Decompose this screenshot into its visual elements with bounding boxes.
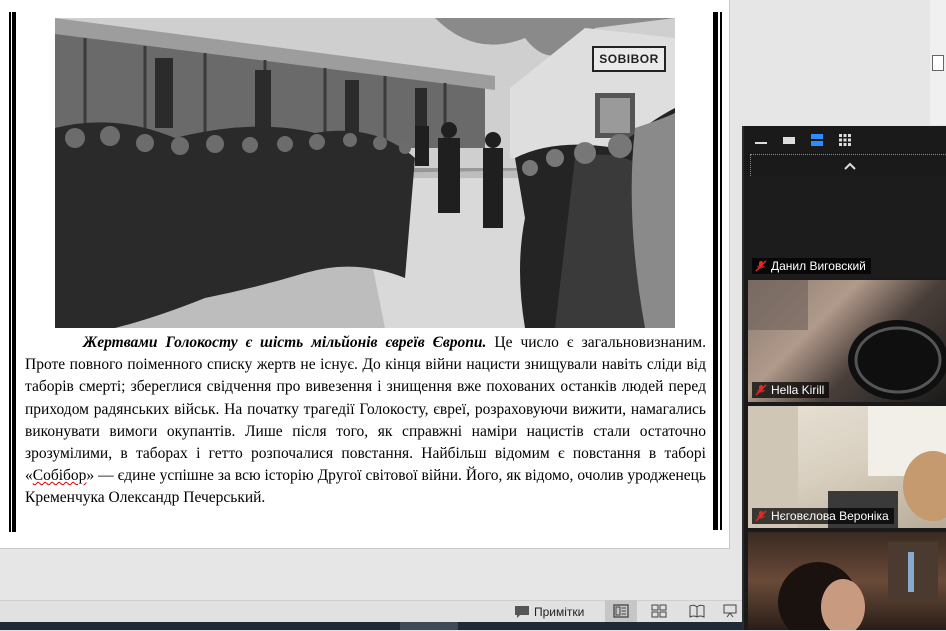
left-border-thick (12, 12, 16, 532)
participant-tile[interactable]: Нєговєлова Вероніка (748, 406, 946, 528)
participant-name: Hella Kirill (771, 383, 825, 397)
video-panel: Данил Виговский Hella Kirill Нєговєлова … (742, 126, 946, 630)
video-frame (778, 542, 938, 630)
slide[interactable]: SOBIBOR Жертвами Голокосту є шість мільй… (0, 0, 730, 549)
muted-mic-icon (755, 260, 767, 272)
historical-photo[interactable]: SOBIBOR (55, 18, 675, 328)
paragraph-bold-lead: Жертвами Голокосту є шість мільйонів євр… (83, 334, 487, 351)
participant-tile[interactable]: Hella Kirill (748, 280, 946, 402)
participant-name-tag: Данил Виговский (752, 258, 871, 274)
normal-view-button[interactable] (605, 600, 637, 622)
normal-view-icon (613, 604, 629, 618)
participant-name: Нєговєлова Вероніка (771, 509, 889, 523)
right-border-thick (713, 12, 718, 530)
muted-mic-icon (755, 510, 767, 522)
notes-button[interactable]: Примітки (514, 603, 584, 621)
spellcheck-word: Собібор (32, 467, 87, 485)
taskbar-strip (0, 622, 742, 630)
left-border-thin (9, 12, 11, 532)
participant-tile[interactable]: Данил Виговский (748, 176, 946, 278)
muted-mic-icon (755, 384, 767, 396)
reading-view-button[interactable] (681, 600, 713, 622)
sobibor-sign: SOBIBOR (592, 46, 666, 72)
chevron-up-icon (844, 162, 856, 170)
gallery-view-button[interactable] (834, 129, 856, 151)
slide-workspace: SOBIBOR Жертвами Голокосту є шість мільй… (0, 0, 742, 600)
notes-icon (515, 606, 529, 618)
minimize-icon (755, 142, 767, 144)
minimize-button[interactable] (750, 129, 772, 151)
thumbnail-view-icon (783, 137, 795, 144)
thumbnail-view-button[interactable] (778, 129, 800, 151)
paragraph-body-2: » — єдине успішне за всю історію Другої … (25, 467, 706, 507)
taskbar-highlight (400, 622, 458, 630)
reading-view-icon (689, 604, 705, 618)
slideshow-icon (723, 604, 737, 618)
speaker-view-icon (811, 134, 823, 146)
gallery-view-icon (839, 134, 851, 146)
paragraph-body-1: Це число є загальновизнаним. Проте повно… (25, 334, 706, 485)
slideshow-button[interactable] (719, 600, 741, 622)
slide-paragraph[interactable]: Жертвами Голокосту є шість мільйонів євр… (25, 332, 706, 510)
right-border-thin (720, 12, 722, 530)
collapse-button[interactable] (750, 154, 946, 178)
video-panel-toolbar (744, 126, 946, 154)
participant-name-tag: Hella Kirill (752, 382, 830, 398)
participant-name: Данил Виговский (771, 259, 866, 273)
scroll-thumb[interactable] (932, 55, 944, 71)
slide-sorter-button[interactable] (643, 600, 675, 622)
slide-sorter-icon (651, 604, 667, 618)
speaker-view-button[interactable] (806, 129, 828, 151)
participant-name-tag: Нєговєлова Вероніка (752, 508, 894, 524)
notes-label: Примітки (534, 605, 585, 619)
vertical-scrollbar[interactable] (930, 0, 946, 125)
participant-tile[interactable] (748, 532, 946, 630)
